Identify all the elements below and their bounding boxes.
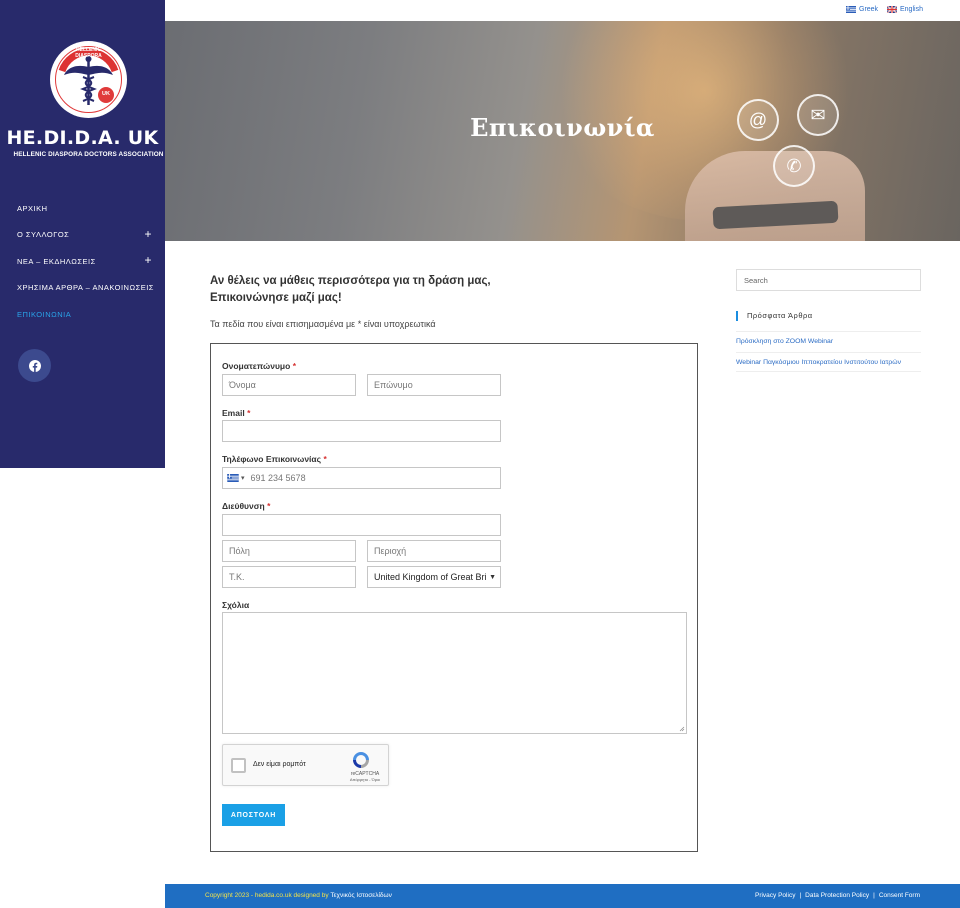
copyright-label: Copyright 2023 - hedida.co.uk designed b… — [205, 892, 329, 899]
first-name-placeholder: Όνομα — [229, 380, 256, 390]
required-asterisk: * — [267, 501, 271, 511]
required-fields-note: Τα πεδία που είναι επισημασμένα με * είν… — [210, 319, 436, 329]
data-protection-policy-link[interactable]: Data Protection Policy — [805, 892, 869, 899]
city-field[interactable]: Πόλη — [222, 540, 356, 562]
logo-uk-badge: UK — [102, 91, 110, 97]
region-placeholder: Περιοχή — [374, 546, 407, 556]
country-select-value: United Kingdom of Great Britain — [374, 572, 486, 582]
uk-flag-icon — [887, 6, 897, 13]
brand-subtitle: HELLENIC DIASPORA DOCTORS ASSOCIATION — [13, 151, 164, 158]
required-asterisk: * — [247, 408, 251, 418]
recent-post-link[interactable]: Πρόσκληση στο ZOOM Webinar — [736, 331, 921, 352]
phone-icon: ✆ — [773, 145, 815, 187]
expand-plus-icon[interactable]: + — [144, 254, 152, 266]
nav-item-articles[interactable]: ΧΡΗΣΙΜΑ ΑΡΘΡΑ – ΑΝΑΚΟΙΝΩΣΕΙΣ — [0, 275, 165, 302]
caret-down-icon: ▾ — [241, 475, 245, 482]
phone-country-selector[interactable]: ▾ — [227, 474, 245, 482]
nav-item-label: ΝΕΑ – ΕΚΔΗΛΩΣΕΙΣ — [17, 256, 96, 266]
recaptcha-logo-icon — [353, 752, 369, 768]
submit-button[interactable]: ΑΠΟΣΤΟΛΗ — [222, 804, 285, 826]
designer-link[interactable]: Τεχνικός Ιστοσελίδων — [330, 892, 391, 899]
greece-flag-icon — [227, 474, 239, 482]
city-placeholder: Πόλη — [229, 546, 250, 556]
recent-posts-list: Πρόσκληση στο ZOOM Webinar Webinar Παγκό… — [736, 331, 921, 372]
language-label: English — [900, 6, 923, 13]
intro-heading: Αν θέλεις να μάθεις περισσότερα για τη δ… — [210, 273, 510, 306]
logo-ring-text: HELLENIC DIASPORA — [75, 47, 102, 59]
nav-item-label: Ο ΣΥΛΛΟΓΟΣ — [17, 230, 70, 240]
first-name-field[interactable]: Όνομα — [222, 374, 356, 396]
recaptcha-text: Δεν είμαι ρομπότ — [253, 761, 306, 768]
recent-post-link[interactable]: Webinar Παγκόσμιου Ιπποκρατείου Ινστιτού… — [736, 351, 921, 372]
nav-item-association[interactable]: Ο ΣΥΛΛΟΓΟΣ + — [0, 222, 165, 249]
intro-heading-line: Επικοινώνησε μαζί μας! — [210, 291, 342, 304]
greece-flag-icon — [846, 6, 856, 13]
search-placeholder: Search — [744, 275, 768, 285]
nav-item-home[interactable]: ΑΡΧΙΚΗ — [0, 195, 165, 222]
left-sidebar: HELLENIC DIASPORA UK HE.DI.D.A. UK HELLE… — [0, 0, 165, 468]
street-address-field[interactable] — [222, 514, 501, 536]
facebook-icon — [28, 359, 41, 372]
postcode-field[interactable]: Τ.Κ. — [222, 566, 356, 588]
brand-title: HE.DI.D.A. UK — [6, 127, 159, 149]
footer-links: Privacy Policy | Data Protection Policy … — [755, 892, 920, 899]
phone-label-text: Τηλέφωνο Επικοινωνίας — [222, 454, 322, 464]
email-label-text: Email — [222, 408, 245, 418]
page-title: Επικοινωνία — [470, 113, 655, 142]
nav-item-news-events[interactable]: ΝΕΑ – ΕΚΔΗΛΩΣΕΙΣ + — [0, 248, 165, 275]
phone-label: Τηλέφωνο Επικοινωνίας * — [222, 454, 327, 464]
name-label: Ονοματεπώνυμο * — [222, 361, 296, 371]
last-name-placeholder: Επώνυμο — [374, 380, 413, 390]
address-label-text: Διεύθυνση — [222, 501, 265, 511]
consent-form-link[interactable]: Consent Form — [879, 892, 920, 899]
recaptcha-checkbox[interactable] — [231, 758, 246, 773]
nav-item-label: ΕΠΙΚΟΙΝΩΝΙΑ — [17, 309, 72, 319]
recaptcha-links[interactable]: Απόρρητο - Όροι — [343, 777, 387, 782]
facebook-button[interactable] — [18, 349, 51, 382]
recaptcha-widget: Δεν είμαι ρομπότ reCAPTCHA Απόρρητο - Όρ… — [222, 744, 389, 786]
hero-banner: @ ✉ ✆ Επικοινωνία — [165, 21, 960, 241]
required-asterisk: * — [292, 361, 296, 371]
language-label: Greek — [859, 6, 879, 13]
address-label: Διεύθυνση * — [222, 501, 270, 511]
expand-plus-icon[interactable]: + — [144, 228, 152, 240]
phone-placeholder: 691 234 5678 — [250, 473, 306, 483]
footer-separator: | — [799, 892, 802, 899]
site-logo[interactable]: HELLENIC DIASPORA UK — [50, 41, 127, 118]
resize-handle-icon[interactable] — [679, 726, 685, 732]
language-english[interactable]: English — [887, 6, 923, 13]
last-name-field[interactable]: Επώνυμο — [367, 374, 501, 396]
footer-separator: | — [873, 892, 875, 899]
comments-textarea[interactable] — [222, 612, 687, 734]
nav-item-label: ΧΡΗΣΙΜΑ ΑΡΘΡΑ – ΑΝΑΚΟΙΝΩΣΕΙΣ — [17, 283, 154, 293]
search-input[interactable]: Search — [736, 269, 921, 291]
required-asterisk: * — [323, 454, 327, 464]
postcode-placeholder: Τ.Κ. — [229, 572, 245, 582]
language-greek[interactable]: Greek — [846, 6, 878, 13]
nav-item-contact[interactable]: ΕΠΙΚΟΙΝΩΝΙΑ — [0, 301, 165, 328]
phone-field[interactable]: ▾ 691 234 5678 — [222, 467, 501, 489]
chevron-down-icon: ▼ — [489, 574, 496, 581]
intro-heading-line: Αν θέλεις να μάθεις περισσότερα για τη δ… — [210, 275, 491, 287]
top-bar: Greek English — [165, 0, 960, 21]
site-footer: Copyright 2023 - hedida.co.uk designed b… — [165, 884, 960, 908]
comments-label: Σχόλια — [222, 600, 250, 610]
main-nav: ΑΡΧΙΚΗ Ο ΣΥΛΛΟΓΟΣ + ΝΕΑ – ΕΚΔΗΛΩΣΕΙΣ + Χ… — [0, 195, 165, 328]
email-label: Email * — [222, 408, 250, 418]
email-field[interactable] — [222, 420, 501, 442]
country-select[interactable]: United Kingdom of Great Britain ▼ — [367, 566, 501, 588]
copyright-text: Copyright 2023 - hedida.co.uk designed b… — [205, 892, 392, 899]
privacy-policy-link[interactable]: Privacy Policy — [755, 892, 795, 899]
nav-item-label: ΑΡΧΙΚΗ — [17, 203, 48, 213]
name-label-text: Ονοματεπώνυμο — [222, 361, 291, 371]
region-field[interactable]: Περιοχή — [367, 540, 501, 562]
recent-posts-title: Πρόσφατα Άρθρα — [736, 311, 813, 321]
contact-form: Ονοματεπώνυμο * Όνομα Επώνυμο Email * Τη… — [210, 343, 698, 852]
